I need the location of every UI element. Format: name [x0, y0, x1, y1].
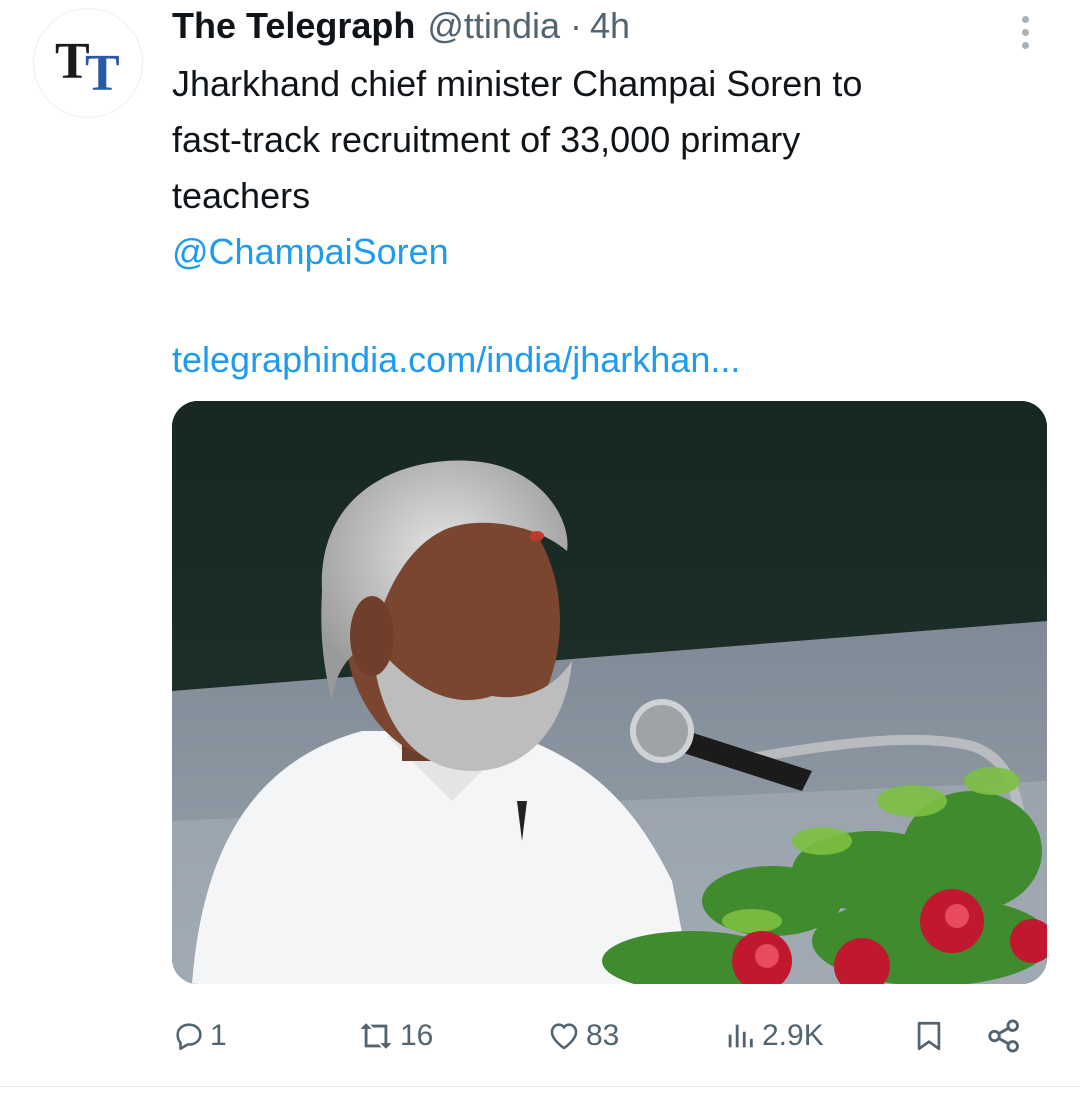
more-vertical-icon	[1021, 15, 1029, 23]
more-options-button[interactable]	[1005, 10, 1045, 54]
mention-link[interactable]: @ChampaiSoren	[172, 224, 1022, 280]
tweet-text-line: fast-track recruitment of 33,000 primary	[172, 119, 801, 160]
photo-illustration	[172, 401, 1047, 984]
retweet-count: 16	[400, 1019, 434, 1052]
heart-icon	[550, 1023, 578, 1050]
tweet-text: Jharkhand chief minister Champai Soren t…	[172, 56, 1022, 280]
views-count: 2.9K	[762, 1019, 824, 1052]
tweet-timestamp[interactable]: 4h	[590, 5, 630, 47]
retweet-button[interactable]: 16	[356, 1008, 433, 1064]
like-button[interactable]: 83	[546, 1008, 619, 1064]
more-dot	[1021, 28, 1029, 36]
tweet-text-line: Jharkhand chief minister Champai Soren t…	[172, 63, 863, 104]
tweet-text-line: teachers	[172, 175, 311, 216]
share-icon	[988, 1019, 1019, 1053]
reply-button[interactable]: 1	[172, 1008, 227, 1064]
tweet-image[interactable]	[172, 401, 1047, 984]
like-count: 83	[586, 1019, 620, 1052]
tweet-divider	[0, 1086, 1080, 1087]
author-name[interactable]: The Telegraph	[172, 5, 415, 47]
bookmark-icon	[917, 1021, 941, 1051]
author-handle[interactable]: @ttindia	[427, 5, 560, 47]
article-link[interactable]: telegraphindia.com/india/jharkhan...	[172, 332, 740, 388]
avatar[interactable]: T T	[33, 8, 143, 118]
views-button[interactable]: 2.9K	[722, 1008, 824, 1064]
reply-count: 1	[210, 1019, 227, 1052]
more-dot	[1021, 41, 1029, 49]
header-separator: ·	[569, 5, 582, 46]
bookmark-button[interactable]	[912, 1008, 946, 1064]
views-icon	[728, 1024, 753, 1048]
retweet-icon	[360, 1023, 392, 1049]
telegraph-logo-icon: T T	[55, 33, 120, 98]
svg-text:T: T	[85, 45, 120, 98]
share-button[interactable]	[985, 1008, 1023, 1064]
tweet-actions: 1 16 83 2.9K	[170, 1008, 1040, 1064]
tweet-header: The Telegraph @ttindia · 4h	[172, 4, 990, 48]
reply-icon	[176, 1023, 202, 1051]
